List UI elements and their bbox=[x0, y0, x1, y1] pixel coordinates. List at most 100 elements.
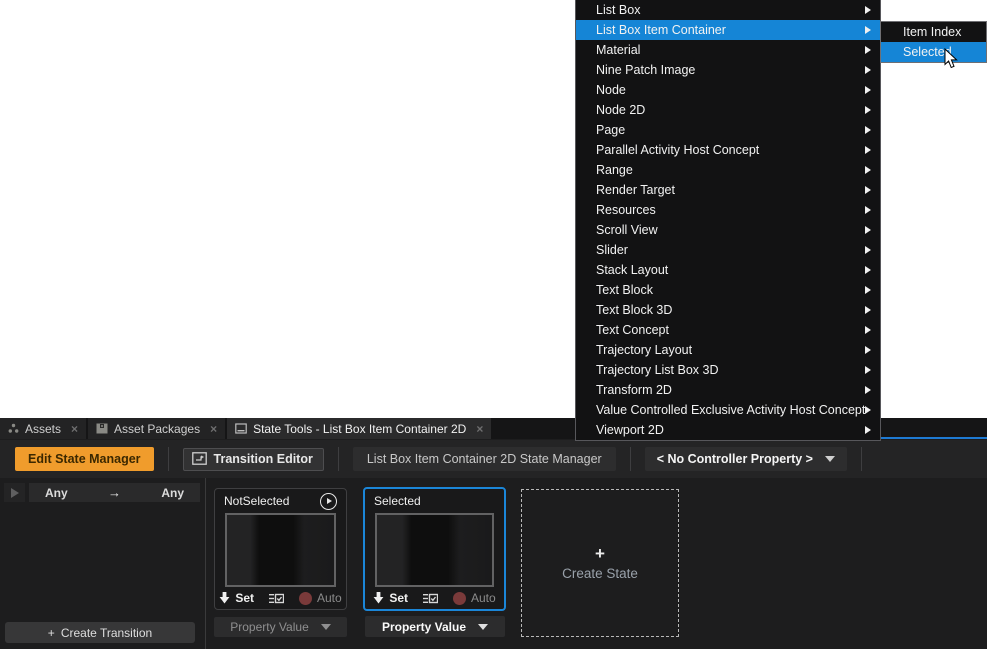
state-card-selected[interactable]: Selected Set Auto bbox=[363, 487, 506, 611]
menu-item[interactable]: Trajectory Layout bbox=[576, 340, 880, 360]
menu-item-label: Node bbox=[596, 83, 626, 97]
set-button[interactable]: Set bbox=[389, 591, 408, 605]
menu-item[interactable]: Viewport 2D bbox=[576, 420, 880, 440]
submenu-arrow-icon bbox=[865, 326, 871, 334]
state-manager-content: Any → Any + Create Transition NotSelecte… bbox=[0, 478, 987, 649]
menu-item[interactable]: Item Index bbox=[881, 22, 986, 42]
tab-asset-packages[interactable]: Asset Packages × bbox=[88, 418, 225, 439]
menu-item[interactable]: Range bbox=[576, 160, 880, 180]
focus-underline bbox=[880, 437, 987, 439]
transition-any-to-any[interactable]: Any → Any bbox=[29, 483, 200, 502]
submenu-arrow-icon bbox=[865, 66, 871, 74]
menu-item-label: Stack Layout bbox=[596, 263, 668, 277]
menu-item[interactable]: Text Block bbox=[576, 280, 880, 300]
submenu-arrow-icon bbox=[865, 426, 871, 434]
menu-item[interactable]: Node 2D bbox=[576, 100, 880, 120]
auto-label: Auto bbox=[471, 591, 496, 605]
menu-item[interactable]: Node bbox=[576, 80, 880, 100]
submenu-arrow-icon bbox=[865, 226, 871, 234]
set-arrow-down-icon bbox=[219, 592, 230, 604]
plus-icon: + bbox=[48, 626, 55, 640]
state-tools-toolbar: Edit State Manager Transition Editor Lis… bbox=[0, 440, 987, 478]
submenu-arrow-icon bbox=[865, 346, 871, 354]
state-card-header: Selected bbox=[365, 489, 504, 513]
menu-item[interactable]: Material bbox=[576, 40, 880, 60]
set-button[interactable]: Set bbox=[235, 591, 254, 605]
state-thumbnail bbox=[375, 513, 494, 587]
menu-item-label: Trajectory List Box 3D bbox=[596, 363, 719, 377]
property-value-label: Property Value bbox=[230, 620, 309, 634]
controller-property-dropdown[interactable]: < No Controller Property > bbox=[645, 447, 847, 471]
menu-item-label: List Box Item Container bbox=[596, 23, 726, 37]
tab-assets[interactable]: Assets × bbox=[0, 418, 86, 439]
menu-item[interactable]: Selected bbox=[881, 42, 986, 62]
toolbar-separator bbox=[338, 447, 339, 471]
transition-editor-button[interactable]: Transition Editor bbox=[183, 448, 324, 471]
chevron-down-icon bbox=[825, 456, 835, 462]
submenu-arrow-icon bbox=[865, 306, 871, 314]
submenu-arrow-icon bbox=[865, 406, 871, 414]
submenu-arrow-icon bbox=[865, 166, 871, 174]
tab-label: Asset Packages bbox=[114, 422, 200, 436]
menu-item[interactable]: Text Concept bbox=[576, 320, 880, 340]
menu-item-label: Text Block 3D bbox=[596, 303, 672, 317]
property-list-check-icon[interactable] bbox=[269, 592, 284, 605]
menu-item-label: Page bbox=[596, 123, 625, 137]
menu-item-label: List Box bbox=[596, 3, 640, 17]
menu-item[interactable]: List Box bbox=[576, 0, 880, 20]
menu-item-label: Text Block bbox=[596, 283, 653, 297]
mouse-cursor bbox=[944, 48, 958, 69]
menu-item[interactable]: List Box Item Container bbox=[576, 20, 880, 40]
chevron-down-icon bbox=[321, 624, 331, 630]
menu-item[interactable]: Text Block 3D bbox=[576, 300, 880, 320]
property-list-check-icon[interactable] bbox=[423, 592, 438, 605]
state-card-notselected[interactable]: NotSelected Set Auto bbox=[214, 488, 347, 610]
menu-item[interactable]: Slider bbox=[576, 240, 880, 260]
menu-item[interactable]: Parallel Activity Host Concept bbox=[576, 140, 880, 160]
menu-item-label: Nine Patch Image bbox=[596, 63, 695, 77]
menu-item[interactable]: Resources bbox=[576, 200, 880, 220]
create-state-label: Create State bbox=[562, 566, 638, 581]
menu-item[interactable]: Transform 2D bbox=[576, 380, 880, 400]
create-state-button[interactable]: + Create State bbox=[521, 489, 679, 637]
state-card-controls: Set Auto bbox=[365, 587, 504, 609]
controller-property-value: < No Controller Property > bbox=[657, 452, 813, 466]
auto-record-icon[interactable] bbox=[299, 592, 312, 605]
edit-state-manager-button[interactable]: Edit State Manager bbox=[15, 447, 154, 471]
tab-close-icon[interactable]: × bbox=[71, 422, 78, 436]
play-transition-button[interactable] bbox=[4, 483, 25, 502]
tab-close-icon[interactable]: × bbox=[210, 422, 217, 436]
transitions-pane: Any → Any + Create Transition bbox=[0, 478, 206, 649]
submenu-arrow-icon bbox=[865, 106, 871, 114]
state-card-controls: Set Auto bbox=[215, 587, 346, 609]
preview-state-button[interactable] bbox=[320, 493, 337, 510]
menu-item[interactable]: Nine Patch Image bbox=[576, 60, 880, 80]
transition-to: Any bbox=[161, 486, 184, 500]
state-manager-name-button[interactable]: List Box Item Container 2D State Manager bbox=[353, 447, 616, 471]
submenu-arrow-icon bbox=[865, 286, 871, 294]
menu-item[interactable]: Stack Layout bbox=[576, 260, 880, 280]
menu-item-label: Render Target bbox=[596, 183, 675, 197]
submenu-arrow-icon bbox=[865, 366, 871, 374]
property-value-dropdown-notselected[interactable]: Property Value bbox=[214, 617, 347, 637]
menu-item[interactable]: Scroll View bbox=[576, 220, 880, 240]
property-value-dropdown-selected[interactable]: Property Value bbox=[365, 616, 505, 637]
submenu-arrow-icon bbox=[865, 126, 871, 134]
tab-label: Assets bbox=[25, 422, 61, 436]
submenu-arrow-icon bbox=[865, 186, 871, 194]
menu-item-label: Text Concept bbox=[596, 323, 669, 337]
menu-item[interactable]: Page bbox=[576, 120, 880, 140]
auto-record-icon[interactable] bbox=[453, 592, 466, 605]
transition-editor-label: Transition Editor bbox=[214, 452, 313, 466]
create-transition-button[interactable]: + Create Transition bbox=[5, 622, 195, 643]
transition-row: Any → Any bbox=[4, 483, 200, 502]
asset-package-icon bbox=[96, 423, 108, 434]
menu-item-label: Transform 2D bbox=[596, 383, 672, 397]
menu-item[interactable]: Trajectory List Box 3D bbox=[576, 360, 880, 380]
submenu-arrow-icon bbox=[865, 86, 871, 94]
tab-close-icon[interactable]: × bbox=[476, 422, 483, 436]
menu-item[interactable]: Value Controlled Exclusive Activity Host… bbox=[576, 400, 880, 420]
tab-state-tools[interactable]: State Tools - List Box Item Container 2D… bbox=[227, 418, 491, 439]
menu-item[interactable]: Render Target bbox=[576, 180, 880, 200]
submenu-arrow-icon bbox=[865, 386, 871, 394]
